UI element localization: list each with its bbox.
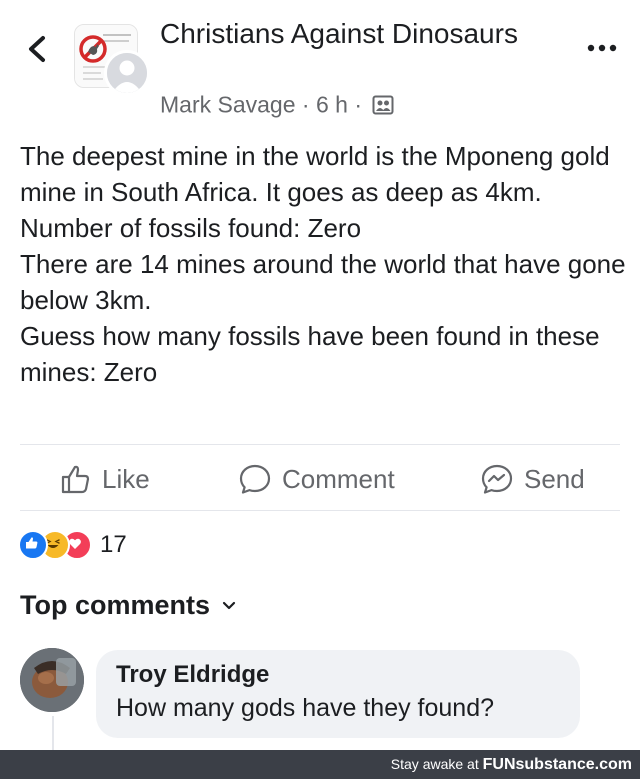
commenter-avatar[interactable] [20,648,84,712]
comments-heading: Top comments [20,590,211,620]
post-text-line: The deepest mine in the world is the Mpo… [20,141,610,207]
watermark-bar: Stay awake at FUNsubstance.com [0,750,640,779]
like-reaction-icon [18,530,48,560]
send-button[interactable]: Send [480,452,585,506]
like-label: Like [102,463,150,494]
post-text-line: Number of fossils found: Zero [20,213,362,243]
messenger-icon [481,464,513,494]
commenter-photo [20,648,84,712]
like-button[interactable]: Like [60,452,150,506]
comment-text: How many gods have they found? [116,694,495,722]
comment-label: Comment [282,463,395,494]
watermark: Stay awake at FUNsubstance.com [391,756,632,774]
action-bar: Like Comment Send [0,452,640,506]
thumbs-up-icon [61,465,90,494]
chevron-left-icon [29,36,45,62]
more-options-button[interactable] [584,36,620,60]
comment-sort-dropdown[interactable]: Top comments [20,590,236,621]
post-text-line: There are 14 mines around the world that… [20,249,626,315]
group-privacy-icon [372,95,394,115]
send-label: Send [524,463,585,494]
post-body: The deepest mine in the world is the Mpo… [20,138,630,390]
thread-line [52,716,54,750]
more-dots-icon [587,44,617,52]
reaction-count: 17 [100,531,127,558]
post-time[interactable]: 6 h [316,91,348,117]
comment-button[interactable]: Comment [238,452,395,506]
chevron-down-icon [222,601,236,609]
reaction-summary[interactable]: 17 [18,528,127,562]
group-name[interactable]: Christians Against Dinosaurs [160,16,560,51]
divider [20,510,620,511]
comment-author[interactable]: Troy Eldridge [116,660,560,690]
meta-separator: · [301,91,310,118]
default-user-icon [107,53,147,93]
post-text-line: Guess how many fossils have been found i… [20,321,600,387]
back-button[interactable] [22,30,54,68]
speech-bubble-icon [239,464,271,494]
meta-separator: · [354,91,363,118]
post-header: Christians Against Dinosaurs Mark Savage… [0,0,640,130]
divider [20,444,620,445]
post-meta: Mark Savage · 6 h · [160,90,394,118]
author-name[interactable]: Mark Savage [160,91,296,117]
author-avatar[interactable] [104,50,150,96]
watermark-brand: FUNsubstance.com [482,756,632,773]
comment-bubble[interactable]: Troy Eldridge How many gods have they fo… [96,650,580,738]
watermark-prefix: Stay awake at [390,756,479,772]
